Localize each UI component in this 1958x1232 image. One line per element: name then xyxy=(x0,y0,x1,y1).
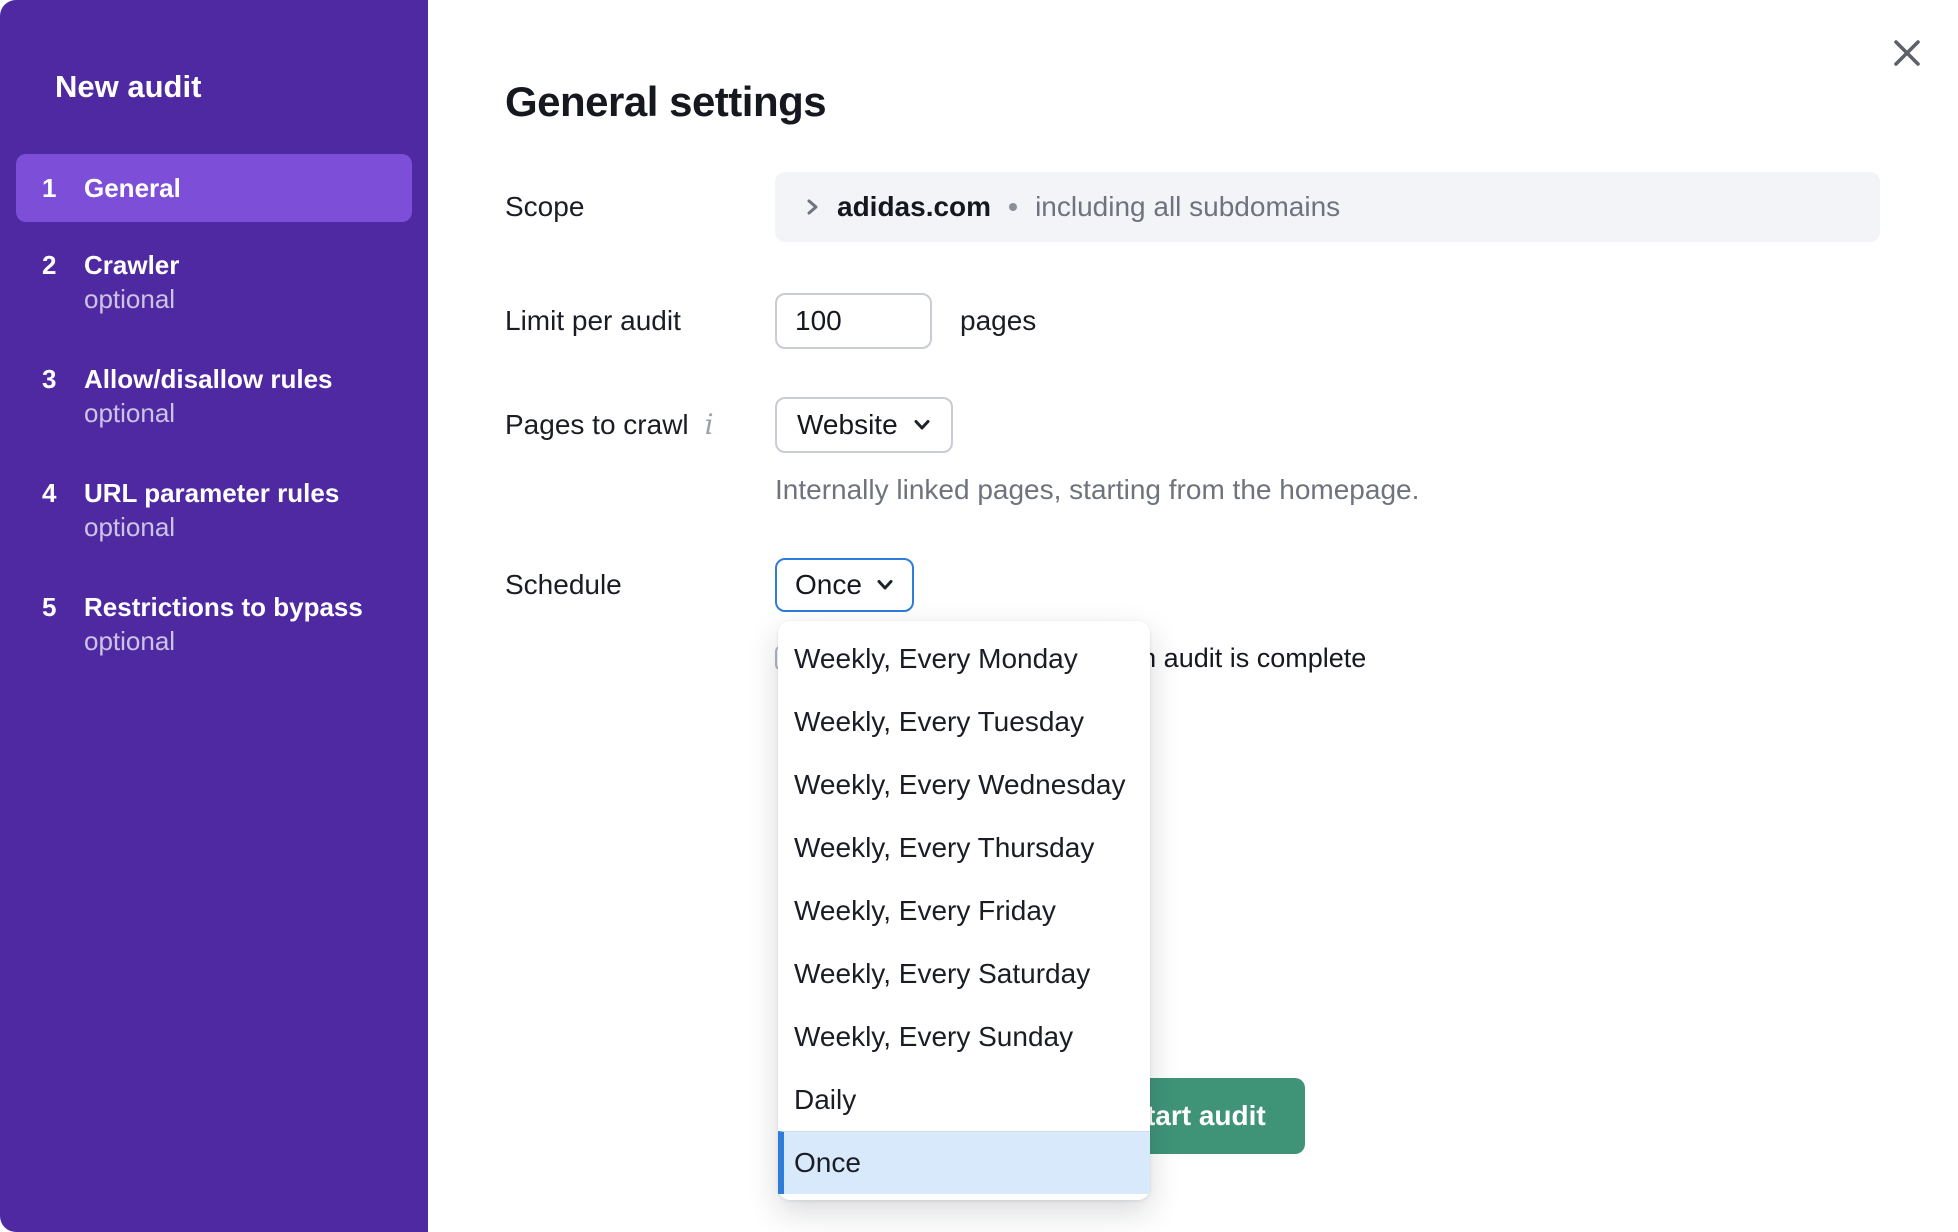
limit-per-audit-input[interactable] xyxy=(775,293,932,349)
scope-value-box[interactable]: adidas.com including all subdomains xyxy=(775,172,1880,242)
menu-item-weekly-monday[interactable]: Weekly, Every Monday xyxy=(778,627,1150,690)
new-audit-modal: New audit 1 General 2 Crawler optional 3… xyxy=(0,0,1958,1232)
step-label: General xyxy=(84,173,181,203)
menu-item-once[interactable]: Once xyxy=(778,1131,1150,1194)
schedule-label: Schedule xyxy=(505,558,622,612)
pages-to-crawl-label-row: Pages to crawl i xyxy=(505,397,714,453)
scope-domain: adidas.com xyxy=(837,191,991,223)
menu-item-weekly-saturday[interactable]: Weekly, Every Saturday xyxy=(778,942,1150,1005)
step-note: optional xyxy=(84,512,339,542)
step-note: optional xyxy=(84,284,179,314)
sidebar-item-restrictions-to-bypass[interactable]: 5 Restrictions to bypass optional xyxy=(16,592,412,656)
step-label: Crawler xyxy=(84,250,179,280)
chevron-down-icon xyxy=(913,419,931,431)
menu-item-daily[interactable]: Daily xyxy=(778,1068,1150,1131)
step-number: 3 xyxy=(42,364,68,394)
step-label: URL parameter rules xyxy=(84,478,339,508)
step-label: Allow/disallow rules xyxy=(84,364,333,394)
step-number: 5 xyxy=(42,592,68,622)
step-label: Restrictions to bypass xyxy=(84,592,363,622)
step-note: optional xyxy=(84,398,333,428)
menu-item-weekly-tuesday[interactable]: Weekly, Every Tuesday xyxy=(778,690,1150,753)
close-icon xyxy=(1887,33,1927,73)
info-icon[interactable]: i xyxy=(705,411,714,439)
step-number: 1 xyxy=(42,173,68,203)
schedule-dropdown-menu: Weekly, Every Monday Weekly, Every Tuesd… xyxy=(778,621,1150,1200)
scope-subdomains-note: including all subdomains xyxy=(1035,191,1340,223)
pages-to-crawl-helper: Internally linked pages, starting from t… xyxy=(775,474,1419,506)
chevron-down-icon xyxy=(876,579,894,591)
wizard-steps: 1 General 2 Crawler optional 3 Allow/dis… xyxy=(16,154,412,656)
step-number: 2 xyxy=(42,250,68,280)
menu-item-weekly-friday[interactable]: Weekly, Every Friday xyxy=(778,879,1150,942)
sidebar-item-general[interactable]: 1 General xyxy=(16,154,412,222)
limit-suffix: pages xyxy=(960,293,1036,349)
pages-to-crawl-value: Website xyxy=(797,409,898,441)
menu-item-weekly-wednesday[interactable]: Weekly, Every Wednesday xyxy=(778,753,1150,816)
menu-item-weekly-thursday[interactable]: Weekly, Every Thursday xyxy=(778,816,1150,879)
sidebar-title: New audit xyxy=(55,70,412,104)
step-note: optional xyxy=(84,626,363,656)
wizard-sidebar: New audit 1 General 2 Crawler optional 3… xyxy=(0,0,428,1232)
scope-label: Scope xyxy=(505,172,584,242)
dot-separator-icon xyxy=(1009,203,1017,211)
step-number: 4 xyxy=(42,478,68,508)
sidebar-item-url-parameter-rules[interactable]: 4 URL parameter rules optional xyxy=(16,478,412,542)
pages-to-crawl-label: Pages to crawl xyxy=(505,409,689,441)
schedule-select[interactable]: Once xyxy=(775,558,914,612)
page-title: General settings xyxy=(505,78,826,126)
limit-per-audit-label: Limit per audit xyxy=(505,293,681,349)
sidebar-item-allow-disallow-rules[interactable]: 3 Allow/disallow rules optional xyxy=(16,364,412,428)
menu-item-weekly-sunday[interactable]: Weekly, Every Sunday xyxy=(778,1005,1150,1068)
general-settings-panel: General settings Scope adidas.com includ… xyxy=(428,0,1958,1232)
pages-to-crawl-select[interactable]: Website xyxy=(775,397,953,453)
close-button[interactable] xyxy=(1884,30,1930,76)
chevron-right-icon xyxy=(803,197,821,217)
sidebar-item-crawler[interactable]: 2 Crawler optional xyxy=(16,250,412,314)
schedule-value: Once xyxy=(795,569,862,601)
